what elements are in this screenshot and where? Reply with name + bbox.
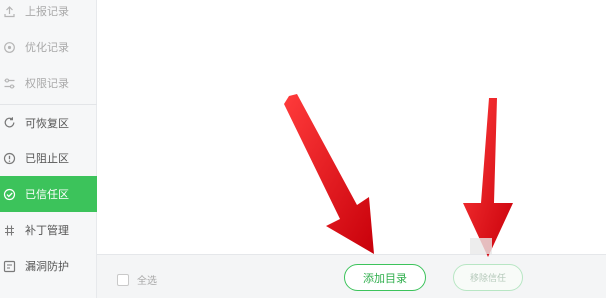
optimize-icon	[3, 41, 16, 54]
select-all-label: 全选	[137, 276, 157, 287]
sidebar-item-optimize-records[interactable]: 优化记录	[0, 29, 97, 65]
sidebar-item-trusted-zone[interactable]: 已信任区	[0, 176, 97, 212]
sidebar-item-permission-records[interactable]: 权限记录	[0, 65, 97, 101]
shield-icon	[3, 260, 16, 273]
add-directory-button[interactable]: 添加目录	[344, 264, 426, 291]
trusted-icon	[3, 188, 16, 201]
upload-icon	[3, 5, 16, 18]
select-all[interactable]: 全选	[117, 272, 157, 287]
sidebar: 上报记录 优化记录 权限记录 可恢复区 已阻止区 已信任区 补丁管理 漏洞防护	[0, 0, 97, 298]
sidebar-item-patch-management[interactable]: 补丁管理	[0, 212, 97, 248]
sidebar-item-vulnerability-protection[interactable]: 漏洞防护	[0, 248, 97, 284]
select-all-checkbox[interactable]	[117, 273, 129, 286]
remove-trust-button[interactable]: 移除信任	[453, 264, 523, 291]
sidebar-item-upload-records[interactable]: 上报记录	[0, 0, 97, 29]
sidebar-item-label: 已信任区	[25, 188, 69, 201]
sidebar-item-label: 已阻止区	[25, 152, 69, 165]
sidebar-item-label: 漏洞防护	[25, 260, 69, 273]
watermark-blur	[470, 238, 492, 254]
permission-icon	[3, 77, 16, 90]
sidebar-item-label: 权限记录	[25, 77, 69, 90]
patch-icon	[3, 224, 16, 237]
sidebar-item-label: 补丁管理	[25, 224, 69, 237]
footer-bar: 全选 添加目录 移除信任	[97, 254, 606, 298]
sidebar-item-label: 上报记录	[25, 5, 69, 18]
sidebar-item-label: 优化记录	[25, 41, 69, 54]
sidebar-item-label: 可恢复区	[25, 116, 69, 130]
restore-icon	[3, 116, 16, 129]
sidebar-item-blocked-zone[interactable]: 已阻止区	[0, 140, 97, 176]
blocked-icon	[3, 152, 16, 165]
sidebar-item-restore-zone[interactable]: 可恢复区	[0, 104, 97, 140]
